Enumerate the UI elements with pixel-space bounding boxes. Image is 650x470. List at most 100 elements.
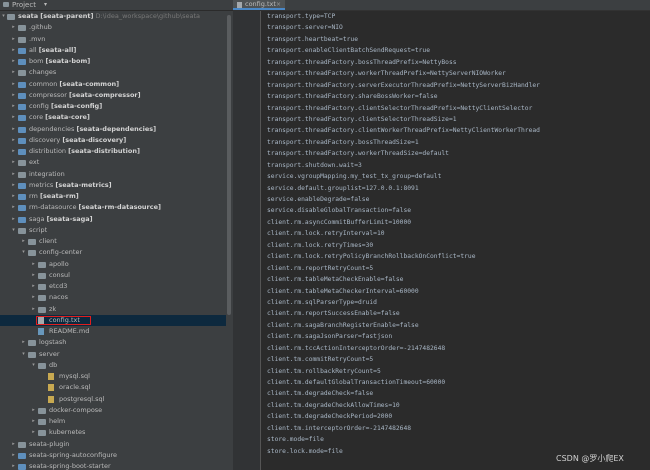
code-line: 10transport.threadFactory.clientSelector… (261, 114, 650, 125)
tree-item[interactable]: README.md (0, 326, 226, 337)
chevron-right-icon[interactable]: ▸ (10, 169, 17, 180)
chevron-right-icon[interactable]: ▸ (10, 56, 17, 67)
code-line: 23client.rm.reportRetryCount=5 (261, 263, 650, 274)
chevron-right-icon[interactable]: ▸ (30, 416, 37, 427)
tree-item[interactable]: ▸ logstash (0, 337, 226, 348)
tree-item[interactable]: ▸ kubernetes (0, 427, 226, 438)
tree-item[interactable]: ▾ db (0, 360, 226, 371)
code-text: transport.threadFactory.bossThreadPrefix… (267, 58, 457, 66)
folder-icon (18, 36, 26, 43)
tree-item[interactable]: ▸ etcd3 (0, 281, 226, 292)
tree-item[interactable]: mysql.sql (0, 371, 226, 382)
code-line: 3transport.heartbeat=true (261, 34, 650, 45)
chevron-right-icon[interactable]: ▸ (10, 439, 17, 450)
tree-item[interactable]: ▸ seata-spring-boot-starter (0, 461, 226, 470)
tree-root[interactable]: ▾ seata [seata-parent] D:\idea_workspace… (0, 11, 226, 22)
tree-item[interactable]: ▸ core [seata-core] (0, 112, 226, 123)
chevron-right-icon[interactable]: ▸ (10, 202, 17, 213)
chevron-right-icon[interactable]: ▸ (10, 90, 17, 101)
chevron-right-icon[interactable]: ▸ (10, 22, 17, 33)
tree-item[interactable]: ▾ server (0, 349, 226, 360)
chevron-right-icon[interactable]: ▸ (10, 45, 17, 56)
chevron-right-icon[interactable]: ▸ (10, 461, 17, 470)
close-icon[interactable]: × (276, 0, 281, 9)
chevron-right-icon[interactable]: ▸ (10, 112, 17, 123)
tree-item[interactable]: ▸ config [seata-config] (0, 101, 226, 112)
tab-config-txt[interactable]: config.txt × (233, 0, 285, 10)
tree-item[interactable]: ▸ distribution [seata-distribution] (0, 146, 226, 157)
chevron-down-icon[interactable]: ▾ (0, 11, 7, 22)
tree-item[interactable]: ▸ changes (0, 67, 226, 78)
chevron-down-icon[interactable]: ▾ (44, 0, 47, 10)
scroll-thumb[interactable] (227, 15, 231, 315)
chevron-right-icon[interactable]: ▸ (10, 34, 17, 45)
tree-item[interactable]: ▸ docker-compose (0, 405, 226, 416)
code-line: 32client.tm.rollbackRetryCount=5 (261, 366, 650, 377)
folder-icon (7, 14, 15, 20)
tree-item[interactable]: ▸ rm [seata-rm] (0, 191, 226, 202)
tree-item-label: distribution (29, 147, 67, 155)
chevron-right-icon[interactable]: ▸ (10, 157, 17, 168)
tree-item[interactable]: ▸ nacos (0, 292, 226, 303)
tree-item[interactable]: ▸ apollo (0, 259, 226, 270)
tree-item[interactable]: ▸ helm (0, 416, 226, 427)
chevron-right-icon[interactable]: ▸ (10, 79, 17, 90)
code-line: 19client.rm.asyncCommitBufferLimit=10000 (261, 217, 650, 228)
code-content[interactable]: 1transport.type=TCP2transport.server=NIO… (261, 11, 650, 470)
chevron-right-icon[interactable]: ▸ (10, 191, 17, 202)
tree-item[interactable]: ▸ client (0, 236, 226, 247)
project-icon (3, 2, 9, 7)
tree-item[interactable]: ▸ rm-datasource [seata-rm-datasource] (0, 202, 226, 213)
root-module: [seata-parent] (40, 12, 94, 20)
chevron-right-icon[interactable]: ▸ (30, 427, 37, 438)
chevron-right-icon[interactable]: ▸ (10, 180, 17, 191)
chevron-right-icon[interactable]: ▸ (30, 281, 37, 292)
chevron-right-icon[interactable]: ▸ (30, 270, 37, 281)
tree-item[interactable]: ▸ zk (0, 304, 226, 315)
project-panel-header[interactable]: Project ▾ (0, 0, 233, 11)
tree-item-label: metrics (29, 180, 54, 189)
tree-item[interactable]: ▸ .mvn (0, 34, 226, 45)
chevron-down-icon[interactable]: ▾ (10, 225, 17, 236)
chevron-right-icon[interactable]: ▸ (10, 135, 17, 146)
chevron-down-icon[interactable]: ▾ (20, 349, 27, 360)
chevron-right-icon[interactable]: ▸ (10, 124, 17, 135)
tree-item[interactable]: ▾ config-center (0, 247, 226, 258)
tree-item[interactable]: oracle.sql (0, 382, 226, 393)
chevron-right-icon[interactable]: ▸ (10, 450, 17, 461)
tree-item-module: [seata-rm-datasource] (78, 203, 161, 212)
chevron-down-icon[interactable]: ▾ (20, 247, 27, 258)
chevron-right-icon[interactable]: ▸ (30, 304, 37, 315)
tree-item[interactable]: ▸ bom [seata-bom] (0, 56, 226, 67)
tree-item[interactable]: config.txt (0, 314, 226, 326)
chevron-down-icon[interactable]: ▾ (30, 360, 37, 371)
chevron-right-icon[interactable]: ▸ (10, 67, 17, 78)
tree-item[interactable]: ▸ dependencies [seata-dependencies] (0, 124, 226, 135)
chevron-right-icon[interactable]: ▸ (30, 259, 37, 270)
chevron-right-icon[interactable]: ▸ (20, 337, 27, 348)
tree-item[interactable]: ▸ integration (0, 169, 226, 180)
tree-item[interactable]: ▸ consul (0, 270, 226, 281)
chevron-right-icon[interactable]: ▸ (10, 214, 17, 225)
tree-item[interactable]: ▸ saga [seata-saga] (0, 214, 226, 225)
tree-item[interactable]: ▸ ext (0, 157, 226, 168)
tree-item[interactable]: ▸ discovery [seata-discovery] (0, 135, 226, 146)
tree-item[interactable]: postgresql.sql (0, 394, 226, 405)
project-scrollbar[interactable] (226, 11, 232, 470)
tree-item[interactable]: ▸ seata-plugin (0, 439, 226, 450)
code-text: client.rm.sqlParserType=druid (267, 298, 377, 306)
chevron-right-icon[interactable]: ▸ (10, 146, 17, 157)
tree-item[interactable]: ▸ metrics [seata-metrics] (0, 180, 226, 191)
chevron-right-icon[interactable]: ▸ (10, 101, 17, 112)
chevron-right-icon[interactable]: ▸ (30, 405, 37, 416)
chevron-right-icon[interactable]: ▸ (30, 292, 37, 303)
tree-item[interactable]: ▾ script (0, 225, 226, 236)
tree-item[interactable]: ▸ common [seata-common] (0, 79, 226, 90)
tree-item[interactable]: ▸ compressor [seata-compressor] (0, 90, 226, 101)
code-text: service.vgroupMapping.my_test_tx_group=d… (267, 173, 442, 181)
tree-item[interactable]: ▸ seata-spring-autoconfigure (0, 450, 226, 461)
chevron-right-icon[interactable]: ▸ (20, 236, 27, 247)
tree-item[interactable]: ▸ all [seata-all] (0, 45, 226, 56)
tree-item[interactable]: ▸ .github (0, 22, 226, 33)
code-line: 31client.tm.commitRetryCount=5 (261, 354, 650, 365)
